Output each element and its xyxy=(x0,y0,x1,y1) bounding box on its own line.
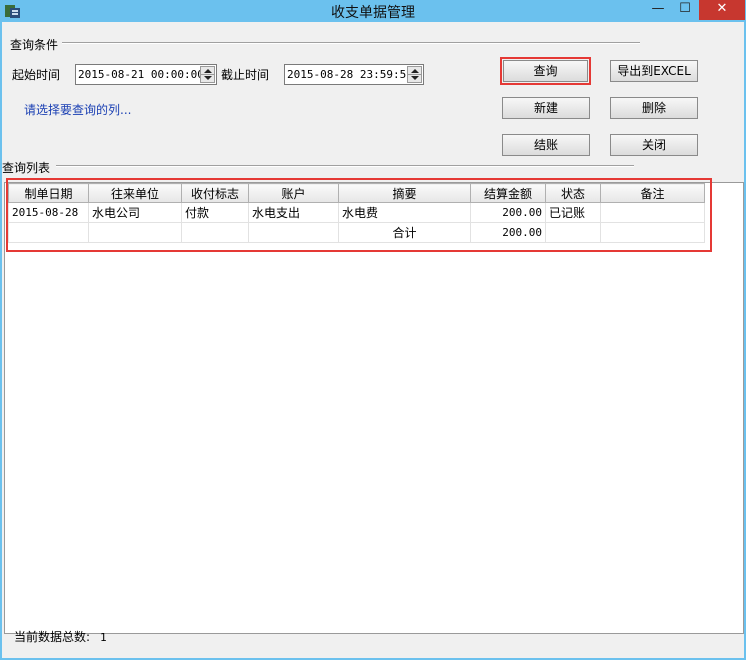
status-bar: 当前数据总数: 1 xyxy=(14,628,107,645)
main-window: 收支单据管理 — ☐ ✕ 查询条件 起始时间 2015-08-21 00:00:… xyxy=(0,0,746,660)
column-header[interactable]: 状态 xyxy=(545,183,601,203)
column-header[interactable]: 摘要 xyxy=(338,183,471,203)
column-header[interactable]: 往来单位 xyxy=(88,183,182,203)
start-time-picker[interactable]: 2015-08-21 00:00:00 xyxy=(75,64,217,85)
spin-up-icon[interactable] xyxy=(204,69,212,73)
table-cell xyxy=(8,222,89,243)
table-total-row: 合计 200.00 xyxy=(8,222,705,243)
table-cell xyxy=(600,202,705,223)
column-header[interactable]: 备注 xyxy=(600,183,705,203)
record-count-value: 1 xyxy=(100,631,107,644)
export-excel-button[interactable]: 导出到EXCEL xyxy=(610,60,698,82)
maximize-button[interactable]: ☐ xyxy=(672,0,698,20)
table-cell: 200.00 xyxy=(470,202,546,223)
close-window-button[interactable]: ✕ xyxy=(699,0,745,20)
query-group-line xyxy=(62,42,640,44)
delete-button[interactable]: 删除 xyxy=(610,97,698,119)
list-group-line xyxy=(56,165,634,167)
end-time-picker[interactable]: 2015-08-28 23:59:59 xyxy=(284,64,424,85)
table-cell xyxy=(248,222,339,243)
spin-down-icon[interactable] xyxy=(411,76,419,80)
end-time-spinner[interactable] xyxy=(407,66,422,83)
column-header[interactable]: 收付标志 xyxy=(181,183,249,203)
table-cell: 2015-08-28 xyxy=(8,202,89,223)
checkout-button[interactable]: 结账 xyxy=(502,134,590,156)
column-select-hint[interactable]: 请选择要查询的列... xyxy=(24,101,131,118)
start-time-spinner[interactable] xyxy=(200,66,215,83)
table-cell: 水电费 xyxy=(338,202,471,223)
start-time-value: 2015-08-21 00:00:00 xyxy=(78,68,204,81)
query-group-title: 查询条件 xyxy=(10,36,63,53)
table-cell xyxy=(545,222,601,243)
table-cell xyxy=(88,222,182,243)
client-area: 查询条件 起始时间 2015-08-21 00:00:00 截止时间 2015-… xyxy=(2,22,744,658)
end-time-label: 截止时间 xyxy=(221,68,270,82)
result-table: 制单日期 往来单位 收付标志 账户 摘要 结算金额 状态 备注 2015-08-… xyxy=(8,183,705,243)
table-cell: 已记账 xyxy=(545,202,601,223)
title-bar[interactable]: 收支单据管理 — ☐ ✕ xyxy=(0,0,746,22)
query-button[interactable]: 查询 xyxy=(500,57,591,85)
close-button[interactable]: 关闭 xyxy=(610,134,698,156)
new-button[interactable]: 新建 xyxy=(502,97,590,119)
total-label: 合计 xyxy=(338,222,471,243)
table-cell xyxy=(181,222,249,243)
spin-up-icon[interactable] xyxy=(411,69,419,73)
list-group-title: 查询列表 xyxy=(2,159,55,176)
table-cell: 付款 xyxy=(181,202,249,223)
window-title: 收支单据管理 xyxy=(331,5,415,21)
column-header[interactable]: 账户 xyxy=(248,183,339,203)
spin-down-icon[interactable] xyxy=(204,76,212,80)
total-amount: 200.00 xyxy=(470,222,546,243)
end-time-value: 2015-08-28 23:59:59 xyxy=(287,68,413,81)
minimize-button[interactable]: — xyxy=(645,0,671,20)
record-count-label: 当前数据总数: xyxy=(14,630,91,644)
column-header[interactable]: 结算金额 xyxy=(470,183,546,203)
column-header[interactable]: 制单日期 xyxy=(8,183,89,203)
table-row[interactable]: 2015-08-28 水电公司 付款 水电支出 水电费 200.00 已记账 xyxy=(8,202,705,223)
result-grid[interactable]: 制单日期 往来单位 收付标志 账户 摘要 结算金额 状态 备注 2015-08-… xyxy=(4,182,744,634)
table-cell xyxy=(600,222,705,243)
table-cell: 水电支出 xyxy=(248,202,339,223)
table-cell: 水电公司 xyxy=(88,202,182,223)
table-header-row: 制单日期 往来单位 收付标志 账户 摘要 结算金额 状态 备注 xyxy=(8,183,705,203)
start-time-label: 起始时间 xyxy=(12,68,61,82)
